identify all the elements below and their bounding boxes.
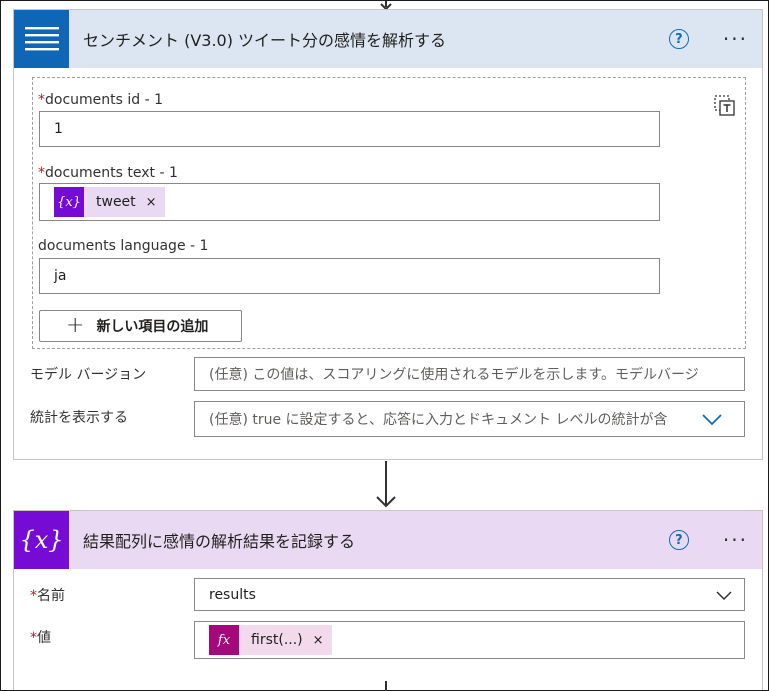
name-label: *名前 <box>30 588 65 604</box>
remove-token-icon[interactable]: × <box>313 633 324 648</box>
value-label: *値 <box>30 630 51 646</box>
help-icon[interactable]: ? <box>668 530 689 550</box>
documents-text-label: *documents text - 1 <box>38 165 178 181</box>
variable-icon: {x} <box>14 511 69 569</box>
name-value: results <box>209 586 256 603</box>
card-title[interactable]: センチメント (V3.0) ツイート分の感情を解析する <box>83 27 669 51</box>
name-select[interactable]: results <box>194 578 745 611</box>
show-stats-placeholder: (任意) true に設定すると、応答に入力とドキュメント レベルの統計が含 <box>209 412 668 428</box>
lines-icon <box>14 10 69 68</box>
sentiment-card-header[interactable]: センチメント (V3.0) ツイート分の感情を解析する ? ··· <box>14 10 762 68</box>
model-version-label: モデル バージョン <box>30 367 147 383</box>
more-options-icon[interactable]: ··· <box>723 29 748 49</box>
more-options-icon[interactable]: ··· <box>723 530 748 550</box>
documents-id-input[interactable]: 1 <box>39 111 660 147</box>
documents-id-label: *documents id - 1 <box>38 92 164 108</box>
card-title[interactable]: 結果配列に感情の解析結果を記録する <box>83 528 669 552</box>
chevron-down-icon[interactable] <box>702 414 722 426</box>
model-version-placeholder: (任意) この値は、スコアリングに使用されるモデルを示します。モデルバージ <box>209 367 699 383</box>
sentiment-action-card: センチメント (V3.0) ツイート分の感情を解析する ? ··· *docum… <box>13 9 763 460</box>
documents-text-input[interactable]: {x} tweet × <box>39 183 660 221</box>
copy-paste-icon[interactable] <box>714 95 736 117</box>
connector-stub <box>385 681 387 691</box>
add-new-item-label: 新しい項目の追加 <box>96 319 209 335</box>
record-card-header[interactable]: {x} 結果配列に感情の解析結果を記録する ? ··· <box>14 511 762 569</box>
first-expression-token[interactable]: fx first(...) × <box>209 625 332 655</box>
variable-icon: {x} <box>54 187 84 217</box>
model-version-input[interactable]: (任意) この値は、スコアリングに使用されるモデルを示します。モデルバージ <box>194 357 745 391</box>
remove-token-icon[interactable]: × <box>146 195 157 210</box>
token-label: tweet <box>96 194 136 210</box>
connector-arrow <box>376 461 396 508</box>
help-icon[interactable]: ? <box>668 29 689 49</box>
show-stats-label: 統計を表示する <box>30 410 128 426</box>
show-stats-select[interactable]: (任意) true に設定すると、応答に入力とドキュメント レベルの統計が含 <box>194 401 745 437</box>
fx-icon: fx <box>209 625 239 655</box>
documents-language-label: documents language - 1 <box>38 238 209 254</box>
value-input[interactable]: fx first(...) × <box>194 621 745 659</box>
chevron-down-icon[interactable] <box>716 591 732 601</box>
documents-id-value: 1 <box>54 121 63 137</box>
record-results-card: {x} 結果配列に感情の解析結果を記録する ? ··· *名前 results … <box>13 510 763 690</box>
token-label: first(...) <box>251 632 303 648</box>
documents-language-input[interactable]: ja <box>39 258 660 294</box>
add-new-item-button[interactable]: + 新しい項目の追加 <box>39 310 242 342</box>
documents-language-value: ja <box>54 268 67 284</box>
plus-icon: + <box>66 313 85 338</box>
tweet-token[interactable]: {x} tweet × <box>54 187 165 217</box>
